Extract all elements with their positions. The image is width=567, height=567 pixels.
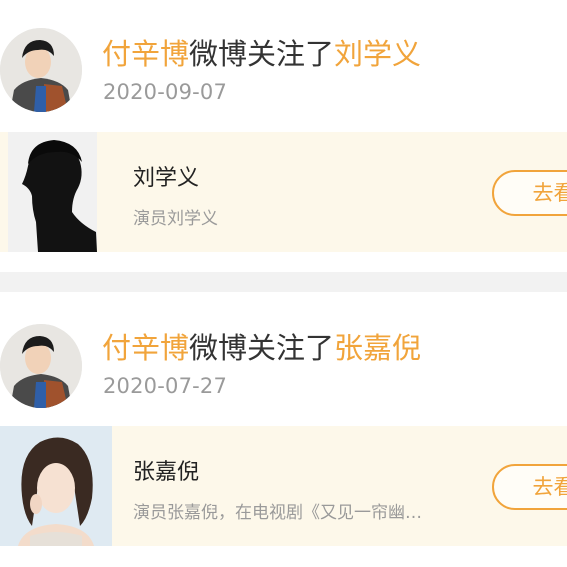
profile-description: 演员张嘉倪，在电视剧《又见一帘幽… (133, 503, 422, 523)
profile-thumbnail (8, 132, 97, 252)
user-name-link[interactable]: 付辛博 (102, 331, 189, 365)
profile-card[interactable]: 刘学义 演员刘学义 去看看 (0, 132, 567, 252)
activity-headline: 付辛博微博关注了张嘉倪 (102, 330, 421, 366)
action-text: 微博关注了 (189, 37, 335, 71)
avatar-image (0, 28, 82, 112)
target-name-link[interactable]: 刘学义 (334, 37, 421, 71)
avatar-image (0, 324, 82, 408)
action-text: 微博关注了 (189, 331, 335, 365)
profile-card[interactable]: 张嘉倪 演员张嘉倪，在电视剧《又见一帘幽… 去看看 (0, 426, 567, 546)
profile-thumbnail (0, 426, 112, 546)
activity-headline: 付辛博微博关注了刘学义 (102, 36, 421, 72)
profile-name: 张嘉倪 (133, 460, 200, 485)
feed-item: 付辛博微博关注了张嘉倪 2020-07-27 张嘉倪 演员张嘉倪，在电视剧《又见… (0, 292, 567, 567)
feed-item: 付辛博微博关注了刘学义 2020-09-07 刘学义 演员刘学义 去看看 (0, 0, 567, 272)
target-name-link[interactable]: 张嘉倪 (334, 331, 421, 365)
user-name-link[interactable]: 付辛博 (102, 37, 189, 71)
activity-date: 2020-09-07 (103, 80, 228, 104)
profile-name: 刘学义 (133, 166, 200, 191)
activity-date: 2020-07-27 (103, 374, 228, 398)
profile-description: 演员刘学义 (133, 209, 218, 229)
activity-feed: 付辛博微博关注了刘学义 2020-09-07 刘学义 演员刘学义 去看看 (0, 0, 567, 567)
user-avatar[interactable] (0, 28, 82, 112)
view-profile-button[interactable]: 去看看 (492, 170, 567, 216)
user-avatar[interactable] (0, 324, 82, 408)
profile-photo (0, 426, 112, 546)
profile-photo (8, 132, 97, 252)
view-profile-button[interactable]: 去看看 (492, 464, 567, 510)
